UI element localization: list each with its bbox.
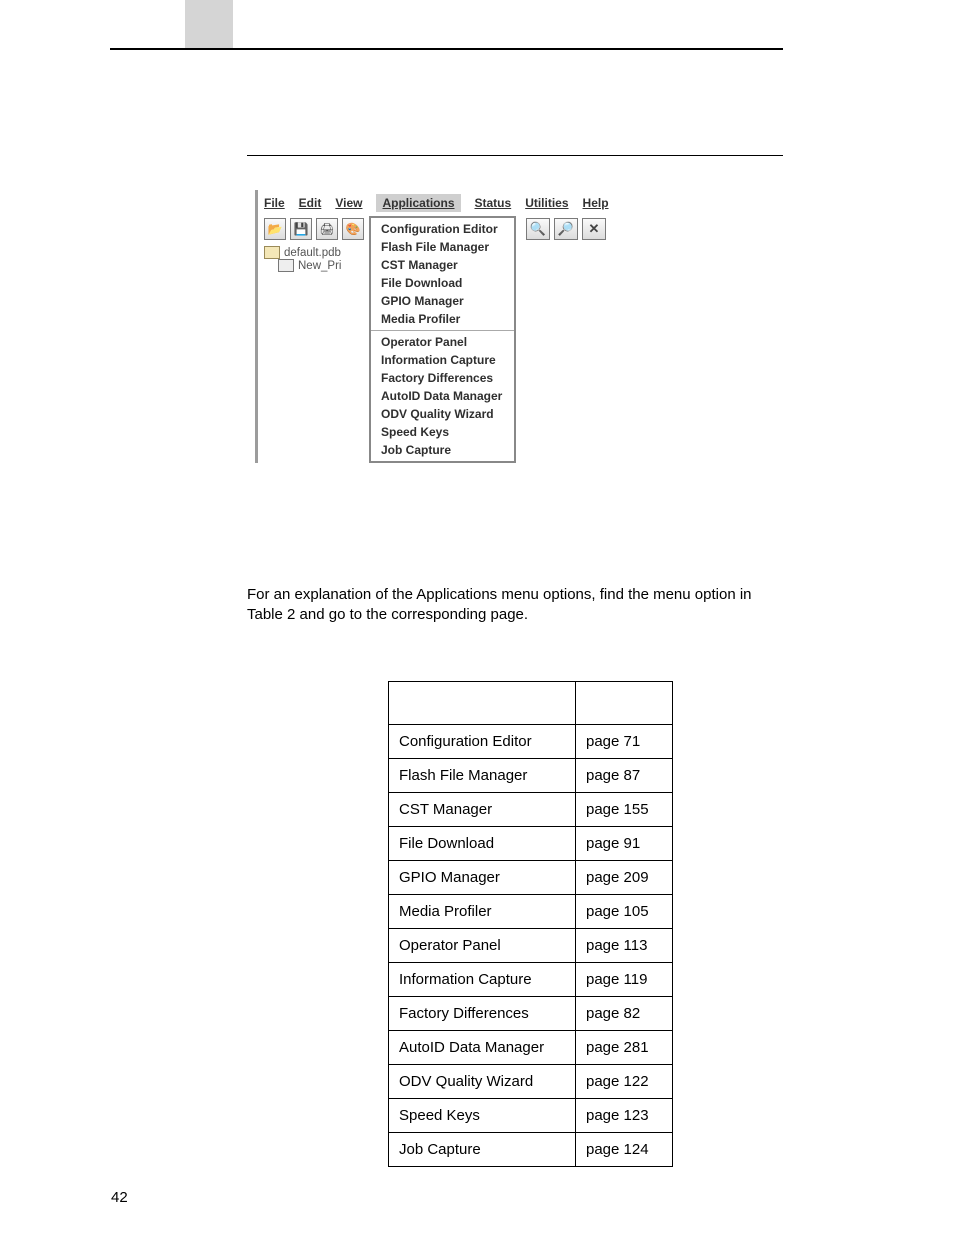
table-cell-option: Media Profiler <box>389 895 576 929</box>
reference-table: Configuration Editorpage 71Flash File Ma… <box>388 681 673 1167</box>
table-cell-page: page 155 <box>576 793 673 827</box>
top-rule <box>110 48 783 50</box>
table-cell-option: GPIO Manager <box>389 861 576 895</box>
right-toolbar: 🔍 🔎 ✕ <box>516 216 612 240</box>
dropdown-separator <box>371 330 514 331</box>
open-icon[interactable]: 📂 <box>264 218 286 240</box>
zoom-out-icon[interactable]: 🔎 <box>554 218 578 240</box>
table-row: ODV Quality Wizardpage 122 <box>389 1065 673 1099</box>
tree-root-label: default.pdb <box>284 247 341 259</box>
table-cell-option: AutoID Data Manager <box>389 1031 576 1065</box>
left-column: 📂 💾 🖨 🎨 default.pdb New_Pri <box>258 216 369 272</box>
table-row: CST Managerpage 155 <box>389 793 673 827</box>
table-cell-page: page 113 <box>576 929 673 963</box>
table-cell-page: page 123 <box>576 1099 673 1133</box>
dd-gpio-manager[interactable]: GPIO Manager <box>371 292 514 310</box>
table-cell-option: Speed Keys <box>389 1099 576 1133</box>
table-cell-option: Flash File Manager <box>389 759 576 793</box>
page: File Edit View Applications Status Utili… <box>0 0 954 1235</box>
table-cell-page: page 209 <box>576 861 673 895</box>
table-row: Media Profilerpage 105 <box>389 895 673 929</box>
dd-file-download[interactable]: File Download <box>371 274 514 292</box>
table-row: Information Capturepage 119 <box>389 963 673 997</box>
printer-tree: default.pdb New_Pri <box>264 246 369 272</box>
table-body: Configuration Editorpage 71Flash File Ma… <box>389 725 673 1167</box>
table-cell-option: File Download <box>389 827 576 861</box>
table-row: GPIO Managerpage 209 <box>389 861 673 895</box>
table-row: AutoID Data Managerpage 281 <box>389 1031 673 1065</box>
table-cell-option: Factory Differences <box>389 997 576 1031</box>
printer-icon <box>278 259 294 272</box>
applications-dropdown: Configuration Editor Flash File Manager … <box>369 216 516 463</box>
menubar: File Edit View Applications Status Utili… <box>258 190 612 216</box>
menu-status[interactable]: Status <box>475 196 512 210</box>
left-toolbar: 📂 💾 🖨 🎨 <box>264 218 369 240</box>
table-cell-page: page 87 <box>576 759 673 793</box>
palette-icon[interactable]: 🎨 <box>342 218 364 240</box>
table-cell-page: page 281 <box>576 1031 673 1065</box>
table-cell-option: Configuration Editor <box>389 725 576 759</box>
page-number: 42 <box>111 1189 128 1206</box>
table-cell-option: Job Capture <box>389 1133 576 1167</box>
dd-autoid-data-manager[interactable]: AutoID Data Manager <box>371 387 514 405</box>
table-header-row <box>389 682 673 725</box>
dd-factory-differences[interactable]: Factory Differences <box>371 369 514 387</box>
table-row: Flash File Managerpage 87 <box>389 759 673 793</box>
explanation-paragraph: For an explanation of the Applications m… <box>247 585 783 626</box>
new-printer-icon[interactable]: 🖨 <box>316 218 338 240</box>
dd-speed-keys[interactable]: Speed Keys <box>371 423 514 441</box>
table-row: Job Capturepage 124 <box>389 1133 673 1167</box>
dd-odv-quality-wizard[interactable]: ODV Quality Wizard <box>371 405 514 423</box>
tree-root[interactable]: default.pdb <box>264 246 369 259</box>
table-cell-page: page 71 <box>576 725 673 759</box>
menu-applications[interactable]: Applications <box>376 194 460 212</box>
zoom-in-icon[interactable]: 🔍 <box>526 218 550 240</box>
table-row: Configuration Editorpage 71 <box>389 725 673 759</box>
table-cell-option: ODV Quality Wizard <box>389 1065 576 1099</box>
menu-view[interactable]: View <box>335 196 362 210</box>
save-icon[interactable]: 💾 <box>290 218 312 240</box>
dd-media-profiler[interactable]: Media Profiler <box>371 310 514 328</box>
table-cell-option: CST Manager <box>389 793 576 827</box>
dd-operator-panel[interactable]: Operator Panel <box>371 333 514 351</box>
table-row: File Downloadpage 91 <box>389 827 673 861</box>
table-cell-option: Information Capture <box>389 963 576 997</box>
dd-flash-file-manager[interactable]: Flash File Manager <box>371 238 514 256</box>
menu-edit[interactable]: Edit <box>299 196 322 210</box>
table-header-page <box>576 682 673 725</box>
table-header-option <box>389 682 576 725</box>
table-cell-page: page 82 <box>576 997 673 1031</box>
table-cell-page: page 119 <box>576 963 673 997</box>
chapter-tab <box>185 0 233 48</box>
menu-file[interactable]: File <box>264 196 285 210</box>
table-cell-page: page 122 <box>576 1065 673 1099</box>
close-icon[interactable]: ✕ <box>582 218 606 240</box>
tree-child[interactable]: New_Pri <box>278 259 369 272</box>
toolbar-row: 📂 💾 🖨 🎨 default.pdb New_Pri <box>258 216 612 463</box>
table-row: Speed Keyspage 123 <box>389 1099 673 1133</box>
folder-icon <box>264 246 280 259</box>
menu-help[interactable]: Help <box>583 196 609 210</box>
section-rule <box>247 155 783 156</box>
table-cell-option: Operator Panel <box>389 929 576 963</box>
table-cell-page: page 124 <box>576 1133 673 1167</box>
table-cell-page: page 105 <box>576 895 673 929</box>
dd-configuration-editor[interactable]: Configuration Editor <box>371 220 514 238</box>
table-row: Operator Panelpage 113 <box>389 929 673 963</box>
table-row: Factory Differencespage 82 <box>389 997 673 1031</box>
table-cell-page: page 91 <box>576 827 673 861</box>
applications-menu-screenshot: File Edit View Applications Status Utili… <box>255 190 612 463</box>
dd-information-capture[interactable]: Information Capture <box>371 351 514 369</box>
tree-child-label: New_Pri <box>298 260 341 272</box>
menu-utilities[interactable]: Utilities <box>525 196 568 210</box>
dd-job-capture[interactable]: Job Capture <box>371 441 514 459</box>
dd-cst-manager[interactable]: CST Manager <box>371 256 514 274</box>
